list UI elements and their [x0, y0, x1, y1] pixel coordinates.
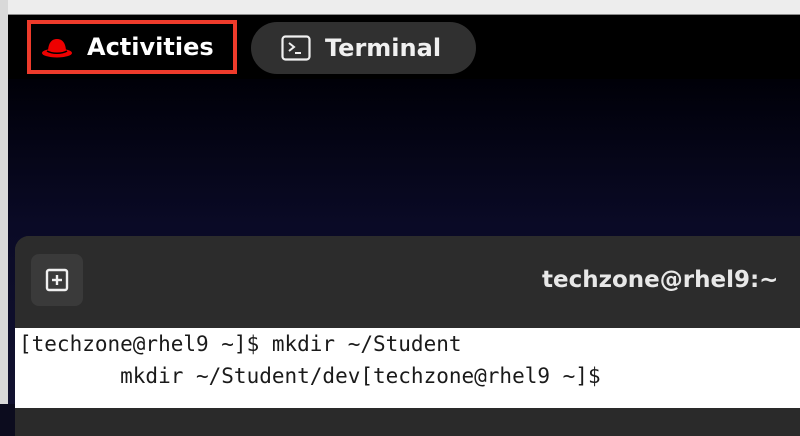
terminal-line-1: [techzone@rhel9 ~]$ mkdir ~/Student: [19, 332, 462, 356]
app-menu-terminal[interactable]: Terminal: [251, 22, 476, 74]
terminal-output-area[interactable]: [techzone@rhel9 ~]$ mkdir ~/Student mkdi…: [15, 328, 800, 408]
terminal-headerbar: techzone@rhel9:~: [15, 236, 800, 328]
app-menu-label: Terminal: [325, 34, 442, 62]
new-tab-button[interactable]: [31, 254, 83, 306]
activities-label: Activities: [87, 33, 214, 61]
background-window-edge-top: [8, 0, 800, 15]
terminal-line-2: mkdir ~/Student/dev[techzone@rhel9 ~]$: [19, 364, 601, 388]
terminal-icon: [281, 35, 311, 61]
terminal-window: techzone@rhel9:~ [techzone@rhel9 ~]$ mkd…: [15, 236, 800, 436]
activities-button[interactable]: Activities: [27, 20, 237, 74]
window-title: techzone@rhel9:~: [542, 267, 779, 293]
new-tab-icon: [45, 268, 69, 292]
redhat-logo-icon: [42, 39, 72, 58]
